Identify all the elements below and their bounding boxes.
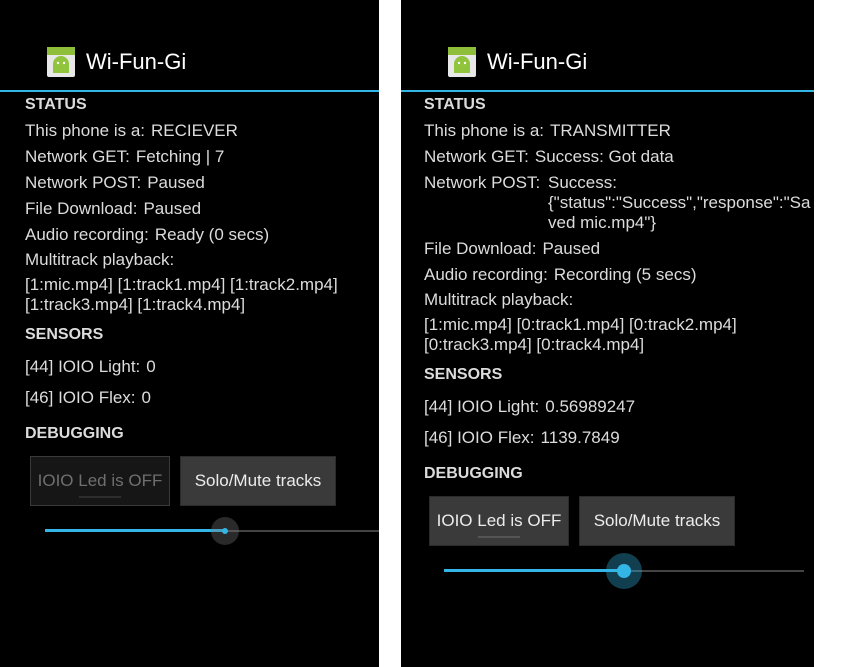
button-underline xyxy=(478,536,520,538)
audio-recording-label: Audio recording: xyxy=(25,225,149,244)
android-app-icon xyxy=(447,46,477,78)
file-download-value: Paused xyxy=(143,199,202,218)
file-download-label: File Download: xyxy=(25,199,138,218)
network-get-label: Network GET: xyxy=(25,147,130,166)
ioio-light-value: 0.56989247 xyxy=(545,397,636,416)
ioio-flex-label: [46] IOIO Flex: xyxy=(25,388,136,407)
debugging-header: DEBUGGING xyxy=(25,425,124,442)
phone-screen-transmitter: Wi-Fun-Gi STATUS This phone is a: TRANSMI… xyxy=(401,0,814,667)
network-post-value-line-3: ved mic.mp4"} xyxy=(548,213,657,232)
android-app-icon xyxy=(46,46,76,78)
network-get-label: Network GET: xyxy=(424,147,529,166)
network-get-value: Success: Got data xyxy=(534,147,674,166)
slider-thumb[interactable] xyxy=(606,553,642,589)
ioio-led-button-label: IOIO Led is OFF xyxy=(436,511,562,530)
ioio-flex-value: 0 xyxy=(141,388,152,407)
audio-recording-value: Recording (5 secs) xyxy=(553,265,697,284)
network-get-row: Network GET: Success: Got data xyxy=(424,147,674,167)
slider-thumb-dot xyxy=(617,564,631,578)
phone-role-label: This phone is a: xyxy=(25,121,146,140)
ioio-light-value: 0 xyxy=(146,357,156,376)
multitrack-label: Multitrack playback: xyxy=(25,250,175,269)
ioio-light-label: [44] IOIO Light: xyxy=(25,357,141,376)
network-post-value: Paused xyxy=(147,173,205,192)
multitrack-line-1: [1:mic.mp4] [1:track1.mp4] [1:track2.mp4… xyxy=(25,275,338,294)
ioio-led-button[interactable]: IOIO Led is OFF xyxy=(30,456,170,506)
slider-thumb-dot xyxy=(222,528,228,534)
solo-mute-button-label: Solo/Mute tracks xyxy=(194,471,322,490)
ioio-flex-label: [46] IOIO Flex: xyxy=(424,428,535,447)
action-bar: Wi-Fun-Gi xyxy=(401,0,814,92)
status-header: STATUS xyxy=(424,96,486,113)
slider-fill xyxy=(45,529,225,532)
network-post-value-line-1: Success: xyxy=(548,173,617,192)
audio-recording-row: Audio recording: Recording (5 secs) xyxy=(424,265,696,285)
status-header: STATUS xyxy=(25,96,87,113)
slider-thumb[interactable] xyxy=(211,517,239,545)
ioio-led-button[interactable]: IOIO Led is OFF xyxy=(429,496,569,546)
ioio-light-row: [44] IOIO Light: 0.56989247 xyxy=(424,397,635,417)
phone-role-value: RECIEVER xyxy=(151,121,238,140)
file-download-value: Paused xyxy=(542,239,601,258)
multitrack-line-2: [1:track3.mp4] [1:track4.mp4] xyxy=(25,295,246,314)
phone-role-value: TRANSMITTER xyxy=(550,121,671,140)
audio-recording-value: Ready (0 secs) xyxy=(154,225,270,244)
app-title: Wi-Fun-Gi xyxy=(86,49,187,74)
solo-mute-button[interactable]: Solo/Mute tracks xyxy=(180,456,336,506)
phone-role-row: This phone is a: RECIEVER xyxy=(25,121,238,141)
phone-role-row: This phone is a: TRANSMITTER xyxy=(424,121,671,141)
file-download-label: File Download: xyxy=(424,239,537,258)
ioio-flex-row: [46] IOIO Flex: 1139.7849 xyxy=(424,428,620,448)
file-download-row: File Download: Paused xyxy=(25,199,201,219)
multitrack-label: Multitrack playback: xyxy=(424,290,574,309)
network-get-row: Network GET: Fetching | 7 xyxy=(25,147,224,167)
network-get-value: Fetching | 7 xyxy=(135,147,225,166)
sensors-header: SENSORS xyxy=(25,326,104,343)
slider-fill xyxy=(444,569,624,572)
ioio-led-button-label: IOIO Led is OFF xyxy=(37,471,163,490)
audio-recording-label: Audio recording: xyxy=(424,265,548,284)
solo-mute-button[interactable]: Solo/Mute tracks xyxy=(579,496,735,546)
network-post-value-line-2: {"status":"Success","response":"Sa xyxy=(548,193,811,212)
multitrack-line-1: [1:mic.mp4] [0:track1.mp4] [0:track2.mp4… xyxy=(424,315,737,334)
button-underline xyxy=(79,496,121,498)
file-download-row: File Download: Paused xyxy=(424,239,600,259)
audio-recording-row: Audio recording: Ready (0 secs) xyxy=(25,225,269,245)
ioio-light-row: [44] IOIO Light: 0 xyxy=(25,357,156,377)
network-post-label: Network POST: xyxy=(424,173,541,192)
multitrack-line-2: [0:track3.mp4] [0:track4.mp4] xyxy=(424,335,645,354)
ioio-flex-value: 1139.7849 xyxy=(540,428,620,447)
solo-mute-button-label: Solo/Mute tracks xyxy=(593,511,721,530)
network-post-label: Network POST: xyxy=(25,173,142,192)
network-post-row: Network POST: Paused xyxy=(25,173,205,193)
sensors-header: SENSORS xyxy=(424,366,503,383)
action-bar: Wi-Fun-Gi xyxy=(0,0,379,92)
debugging-header: DEBUGGING xyxy=(424,465,523,482)
phone-screen-receiver: Wi-Fun-Gi STATUS This phone is a: RECIEVE… xyxy=(0,0,379,667)
phone-role-label: This phone is a: xyxy=(424,121,545,140)
ioio-light-label: [44] IOIO Light: xyxy=(424,397,540,416)
ioio-flex-row: [46] IOIO Flex: 0 xyxy=(25,388,151,408)
app-title: Wi-Fun-Gi xyxy=(487,49,588,74)
